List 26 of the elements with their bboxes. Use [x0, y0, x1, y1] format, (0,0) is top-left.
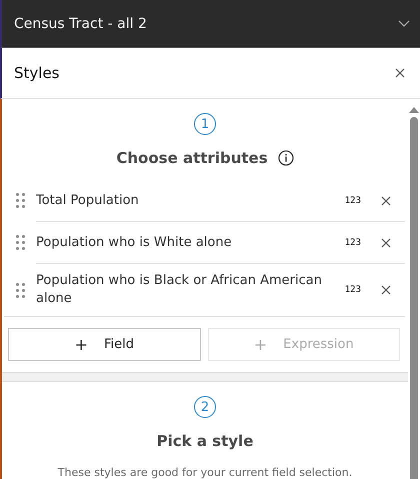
remove-icon[interactable] [381, 238, 391, 248]
step-number: 2 [194, 396, 216, 418]
info-icon[interactable] [278, 150, 294, 166]
scrollbar-thumb[interactable] [410, 117, 418, 479]
drag-handle-icon[interactable] [16, 282, 25, 298]
remove-icon[interactable] [381, 196, 391, 206]
field-type-label: 123 [344, 238, 361, 248]
drag-handle-icon[interactable] [16, 193, 25, 208]
panel-title: Styles [14, 64, 60, 82]
step-title: Choose attributes [116, 149, 268, 167]
add-button: + Expression [208, 328, 400, 361]
scroll-up-icon[interactable] [409, 106, 419, 113]
drag-handle-icon[interactable] [16, 235, 25, 250]
layer-title: Census Tract - all 2 [14, 16, 147, 32]
field-type-label: 123 [344, 196, 361, 206]
add-button[interactable]: + Field [8, 328, 200, 361]
attribute-name: Population who is Black or African American alone [36, 272, 323, 308]
step-title: Pick a style [156, 432, 254, 450]
attribute-name: Population who is White alone [36, 234, 233, 252]
remove-icon[interactable] [381, 285, 391, 295]
step-number: 1 [194, 113, 216, 135]
attribute-name: Total Population [36, 192, 140, 210]
chevron-icon[interactable] [398, 20, 410, 27]
field-type-label: 123 [344, 285, 361, 295]
step-description: These styles are good for your current field selection. [58, 466, 352, 479]
close-icon[interactable] [395, 68, 405, 78]
